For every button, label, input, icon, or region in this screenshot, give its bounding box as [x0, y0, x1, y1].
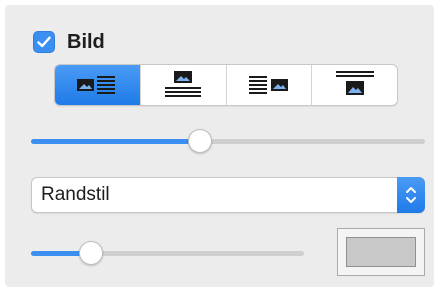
wrap-option-text-above[interactable] [311, 65, 397, 105]
border-style-value: Randstil [41, 184, 110, 205]
border-width-slider[interactable] [31, 241, 304, 265]
text-above-image-icon [335, 71, 374, 95]
image-above-text-icon [165, 71, 202, 97]
checkmark-icon [37, 36, 51, 48]
popup-arrows-button[interactable] [397, 177, 425, 213]
image-checkbox[interactable] [33, 31, 55, 53]
border-color-well[interactable] [337, 228, 425, 276]
wrap-option-image-above[interactable] [139, 65, 226, 105]
slider-knob[interactable] [79, 241, 103, 265]
slider-fill [31, 139, 200, 144]
wrap-option-image-right[interactable] [225, 65, 312, 105]
image-toggle-row[interactable]: Bild [33, 30, 105, 54]
image-left-text-right-icon [77, 76, 116, 94]
wrap-option-image-left[interactable] [55, 65, 140, 105]
text-left-image-right-icon [248, 76, 288, 94]
border-color-swatch [346, 237, 416, 267]
image-size-slider[interactable] [31, 129, 425, 153]
image-checkbox-label: Bild [67, 30, 105, 53]
slider-knob[interactable] [188, 129, 212, 153]
image-wrap-segmented-control [54, 64, 398, 106]
chevron-up-down-icon [406, 187, 416, 203]
border-style-popup[interactable]: Randstil [31, 177, 425, 213]
